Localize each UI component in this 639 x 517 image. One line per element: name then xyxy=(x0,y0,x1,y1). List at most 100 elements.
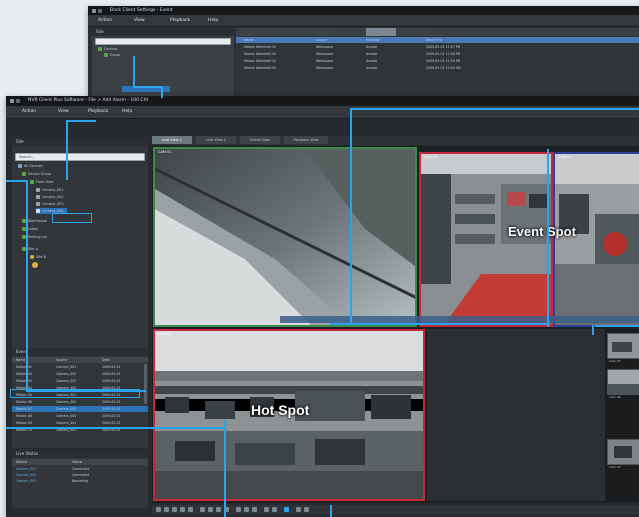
layout-4-icon[interactable] xyxy=(208,507,213,512)
layout-1-icon[interactable] xyxy=(200,507,205,512)
col-message: Message xyxy=(366,38,380,42)
back-tab[interactable] xyxy=(304,28,334,36)
forward-icon[interactable] xyxy=(188,507,193,512)
leader-line xyxy=(592,325,594,335)
menu-playback[interactable]: Playback xyxy=(170,15,190,27)
tree-item[interactable]: Lobby xyxy=(22,226,38,232)
menu-action[interactable]: Action xyxy=(22,106,36,118)
tree-item[interactable]: Camera_003 xyxy=(36,201,63,207)
pause-icon[interactable] xyxy=(172,507,177,512)
snapshot-icon[interactable] xyxy=(236,507,241,512)
leader-line xyxy=(66,120,96,122)
status-row[interactable]: Camera_003 Recording xyxy=(12,478,148,484)
menu-icon[interactable] xyxy=(98,9,102,13)
menu-help[interactable]: Help xyxy=(122,106,132,118)
menu-view[interactable]: View xyxy=(134,15,145,27)
cell: 2009-05-01 11:59 PM xyxy=(426,59,461,63)
tab-live-view-1[interactable]: Live View 1 xyxy=(152,136,192,144)
sequence-icon[interactable] xyxy=(272,507,277,512)
leader-line xyxy=(26,180,28,392)
back-tab[interactable] xyxy=(398,28,428,36)
camera-tile-2[interactable]: CAM 02 xyxy=(419,152,553,327)
zoom-out-icon[interactable] xyxy=(304,507,309,512)
zoom-in-icon[interactable] xyxy=(296,507,301,512)
cell: Motion 02 xyxy=(16,372,32,376)
event-row[interactable]: Motion 01 Camera_001 2009-05-01 xyxy=(12,364,148,370)
main-window: NVR Client Plus Software - File > Add Al… xyxy=(6,96,639,517)
back-menubar: Action View Playback Help xyxy=(88,15,639,27)
leader-line xyxy=(6,180,28,182)
event-row[interactable]: Motion 06 Camera_002 2009-05-01 xyxy=(12,399,148,405)
tree-item[interactable]: Camera_002 xyxy=(36,194,63,200)
camera-label: CAM 03 xyxy=(558,155,572,159)
cell: Arcade xyxy=(366,45,378,49)
col-status: Status xyxy=(72,460,83,464)
site-panel: Site Search... All Devices Device Group … xyxy=(12,138,148,348)
col-device: Device xyxy=(16,460,27,464)
tab-event-view[interactable]: Event View xyxy=(240,136,280,144)
col-source: Source xyxy=(316,38,327,42)
camera-tile-1[interactable]: CAM 01 xyxy=(153,147,417,327)
ptz-icon[interactable] xyxy=(284,507,289,512)
play-icon[interactable] xyxy=(164,507,169,512)
rewind-icon[interactable] xyxy=(156,507,161,512)
menu-action[interactable]: Action xyxy=(98,15,112,27)
fullscreen-icon[interactable] xyxy=(264,507,269,512)
tile-status-bar xyxy=(280,316,639,323)
thumbnail-3[interactable] xyxy=(607,439,639,465)
back-list-row[interactable]: Motion Detected On Workspace Arcade 2009… xyxy=(236,65,639,71)
thumbnail-label: Cam 07 xyxy=(609,465,621,469)
back-tab[interactable] xyxy=(272,28,302,36)
cell: Motion 09 xyxy=(16,421,32,425)
back-search-input[interactable] xyxy=(95,38,231,45)
back-window-title: Back Client Settings - Event xyxy=(110,8,173,13)
stop-icon[interactable] xyxy=(180,507,185,512)
cell: 2009-05-01 xyxy=(102,400,121,404)
event-scrollbar[interactable] xyxy=(144,364,147,404)
folder-icon xyxy=(30,180,34,184)
back-tab-active[interactable] xyxy=(366,28,396,36)
tab-playback-view[interactable]: Playback View xyxy=(284,136,328,144)
menu-icon[interactable] xyxy=(16,99,20,103)
menu-playback[interactable]: Playback xyxy=(88,106,108,118)
office-video xyxy=(555,154,639,325)
cell: 2009-05-01 11:58 PM xyxy=(426,52,461,56)
tree-item[interactable]: Site A xyxy=(22,246,38,252)
back-tree-item[interactable]: Group xyxy=(104,52,120,58)
thumbnail-1[interactable] xyxy=(607,333,639,359)
event-row[interactable]: Motion 07 Camera_003 2009-05-01 xyxy=(12,406,148,412)
cell: Arcade xyxy=(366,52,378,56)
back-tab[interactable] xyxy=(240,28,270,36)
leader-line xyxy=(66,120,68,180)
record-icon[interactable] xyxy=(244,507,249,512)
event-row[interactable]: Motion 09 Camera_001 2009-05-01 xyxy=(12,420,148,426)
cell: 2009-05-01 xyxy=(102,365,121,369)
tree-highlight-box xyxy=(52,213,92,223)
event-row[interactable]: Motion 02 Camera_002 2009-05-01 xyxy=(12,371,148,377)
camera-label: CAM 04 xyxy=(158,332,172,336)
event-row[interactable]: Motion 08 Camera_004 2009-05-01 xyxy=(12,413,148,419)
tree-item[interactable]: Site B xyxy=(30,254,46,260)
back-list-row[interactable]: Motion Detected On Workspace Arcade 2009… xyxy=(236,44,639,50)
tree-bullet-icon xyxy=(32,262,38,268)
site-search-input[interactable]: Search... xyxy=(15,153,145,161)
cell: Camera_001 xyxy=(56,365,77,369)
tree-item[interactable]: Camera_001 xyxy=(36,187,63,193)
devices-icon xyxy=(18,164,22,168)
camera-tile-3[interactable]: CAM 03 xyxy=(553,152,639,327)
menu-help[interactable]: Help xyxy=(208,15,218,27)
back-list-row[interactable]: Motion Detected On Workspace Arcade 2009… xyxy=(236,51,639,57)
tab-live-view-2[interactable]: Live View 2 xyxy=(196,136,236,144)
menu-view[interactable]: View xyxy=(58,106,69,118)
back-list-header: Name Source Message Date/Time xyxy=(236,37,639,43)
back-site-header: Site xyxy=(92,28,234,36)
layout-9-icon[interactable] xyxy=(216,507,221,512)
back-list-row[interactable]: Motion Detected On Workspace Arcade 2009… xyxy=(236,58,639,64)
thumbnail-2[interactable] xyxy=(607,369,639,395)
audio-icon[interactable] xyxy=(252,507,257,512)
event-row[interactable]: Motion 03 Camera_003 2009-05-01 xyxy=(12,378,148,384)
tree-item[interactable]: All Devices xyxy=(18,163,43,169)
tree-item[interactable]: Device Group xyxy=(22,171,51,177)
cell: Motion Detected On xyxy=(244,45,276,49)
tree-item[interactable]: Front Area xyxy=(30,179,53,185)
